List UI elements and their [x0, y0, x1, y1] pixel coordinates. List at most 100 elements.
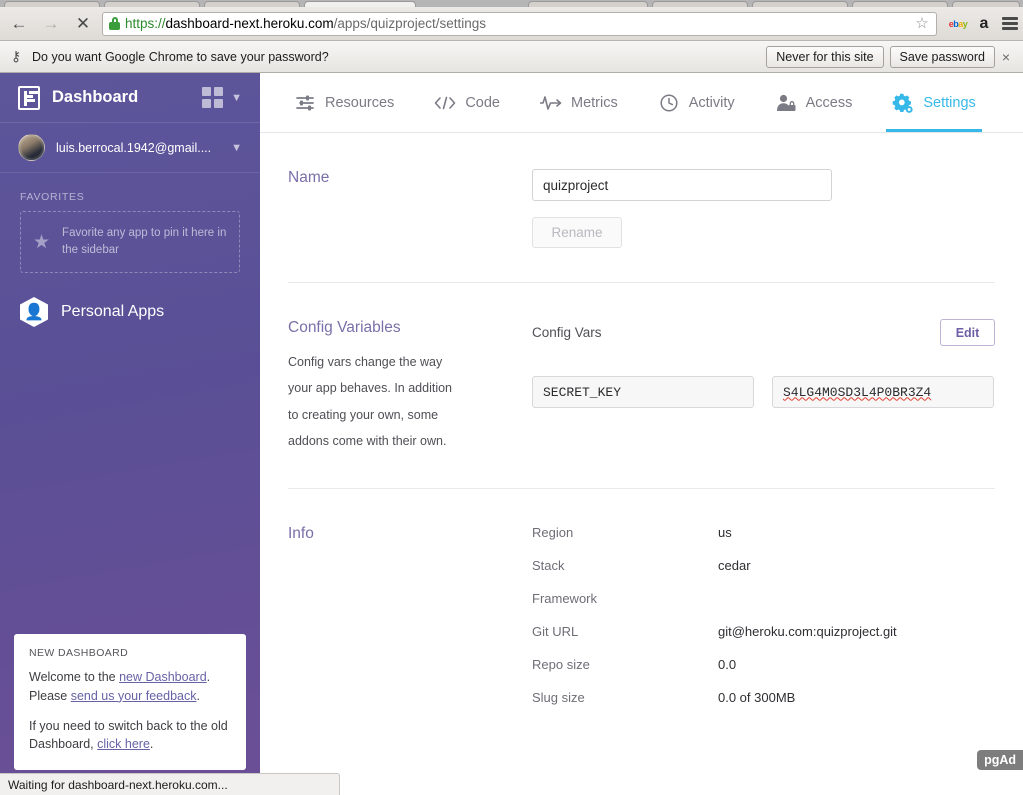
- code-brackets-icon: [434, 93, 456, 113]
- info-row: Slug size 0.0 of 300MB: [532, 690, 995, 705]
- browser-status-bar: Waiting for dashboard-next.heroku.com...: [0, 773, 340, 795]
- back-arrow-icon[interactable]: ←: [6, 11, 32, 37]
- nd-p1-a: Welcome to the: [29, 670, 120, 684]
- info-section: Info Region us Stack cedar Framework Git…: [288, 489, 995, 739]
- ssl-lock-icon: [109, 17, 120, 30]
- never-for-this-site-button[interactable]: Never for this site: [766, 45, 884, 68]
- info-key: Framework: [532, 591, 598, 606]
- app-nav-tabs: Resources Code Metrics Activity Access S…: [260, 73, 1023, 133]
- settings-content: Name Rename Config Variables Config vars…: [260, 133, 1023, 739]
- config-section-right: Config Vars Edit SECRET_KEY S4LG4M0SD3L4…: [532, 319, 995, 454]
- new-dashboard-link[interactable]: new Dashboard: [119, 670, 207, 684]
- person-lock-icon: [775, 93, 797, 113]
- tab-label: Settings: [923, 94, 976, 111]
- info-key: Region: [532, 525, 574, 540]
- chevron-down-icon[interactable]: ▼: [231, 92, 242, 104]
- new-dashboard-paragraph-1: Welcome to the new Dashboard. Please sen…: [29, 668, 231, 706]
- tab-access[interactable]: Access: [769, 73, 859, 132]
- dashboard-title: Dashboard: [52, 88, 139, 106]
- new-dashboard-card: NEW DASHBOARD Welcome to the new Dashboa…: [14, 634, 246, 770]
- stop-loading-icon[interactable]: ✕: [70, 11, 96, 37]
- info-row: Region us: [532, 525, 995, 540]
- sliders-icon: [294, 93, 316, 113]
- config-variables-section: Config Variables Config vars change the …: [288, 283, 995, 489]
- config-var-value[interactable]: S4LG4M0SD3L4P0BR3Z4: [772, 376, 994, 408]
- infobar-message: Do you want Google Chrome to save your p…: [32, 49, 329, 64]
- rename-button[interactable]: Rename: [532, 217, 622, 248]
- config-section-description: Config vars change the way your app beha…: [288, 355, 453, 448]
- star-icon: ★: [33, 231, 51, 253]
- personal-apps-label: Personal Apps: [61, 303, 165, 320]
- ebay-extension-icon[interactable]: ebay: [945, 11, 971, 37]
- favorites-heading: FAVORITES: [20, 191, 85, 203]
- nd-p1-c: .: [196, 688, 200, 703]
- info-value: 0.0 of 300MB: [718, 690, 796, 705]
- name-section-title: Name: [288, 169, 330, 186]
- url-text: https://dashboard-next.heroku.com/apps/q…: [125, 16, 486, 31]
- url-path: /apps/quizproject/settings: [333, 16, 486, 31]
- config-section-title: Config Variables: [288, 319, 401, 336]
- sidebar-user-row[interactable]: luis.berrocal.1942@gmail.... ▼: [0, 123, 260, 173]
- app-grid-icon[interactable]: [202, 87, 224, 108]
- info-key: Stack: [532, 558, 565, 573]
- address-bar[interactable]: https://dashboard-next.heroku.com/apps/q…: [102, 11, 937, 36]
- app-name-input[interactable]: [532, 169, 832, 201]
- favorites-empty-text: Favorite any app to pin it here in the s…: [62, 227, 227, 256]
- browser-toolbar: ← → ✕ https://dashboard-next.heroku.com/…: [0, 7, 1023, 41]
- save-password-button[interactable]: Save password: [889, 45, 995, 68]
- tab-resources[interactable]: Resources: [288, 73, 400, 132]
- info-key: Repo size: [532, 657, 590, 672]
- ebay-letter-y: y: [962, 18, 968, 29]
- new-dashboard-kicker: NEW DASHBOARD: [29, 647, 129, 659]
- clock-icon: [658, 93, 680, 113]
- send-feedback-link[interactable]: send us your feedback: [71, 689, 197, 703]
- gear-icon: [892, 93, 914, 113]
- key-icon: ⚷: [10, 48, 22, 64]
- info-section-right: Region us Stack cedar Framework Git URL …: [532, 525, 995, 705]
- tab-label: Code: [465, 94, 500, 111]
- close-infobar-icon[interactable]: ×: [995, 49, 1017, 65]
- chrome-menu-icon[interactable]: [997, 11, 1023, 37]
- info-row: Framework: [532, 591, 995, 606]
- tab-activity[interactable]: Activity: [652, 73, 741, 132]
- config-section-left: Config Variables Config vars change the …: [288, 319, 532, 454]
- info-value: us: [718, 525, 732, 540]
- user-chevron-down-icon[interactable]: ▼: [231, 142, 242, 154]
- bookmark-star-icon[interactable]: ☆: [913, 15, 931, 33]
- user-email-label: luis.berrocal.1942@gmail....: [56, 140, 212, 155]
- tab-settings[interactable]: Settings: [886, 73, 983, 132]
- tab-label: Activity: [688, 94, 735, 111]
- edit-config-vars-button[interactable]: Edit: [940, 319, 995, 346]
- pgadmin-corner-badge[interactable]: pgAd: [977, 750, 1023, 770]
- tab-label: Resources: [325, 94, 395, 111]
- favorites-empty-box: ★ Favorite any app to pin it here in the…: [20, 211, 240, 273]
- forward-arrow-icon[interactable]: →: [38, 11, 64, 37]
- avatar: [18, 134, 45, 161]
- sidebar-header[interactable]: Dashboard ▼: [0, 73, 260, 123]
- name-section: Name Rename: [288, 133, 995, 283]
- info-row: Git URL git@heroku.com:quizproject.git: [532, 624, 995, 639]
- tab-code[interactable]: Code: [428, 73, 506, 132]
- info-section-title: Info: [288, 525, 314, 542]
- info-value: cedar: [718, 558, 751, 573]
- sidebar: Dashboard ▼ luis.berrocal.1942@gmail....…: [0, 73, 260, 780]
- info-section-left: Info: [288, 525, 532, 705]
- click-here-link[interactable]: click here: [97, 737, 150, 751]
- main-content: Resources Code Metrics Activity Access S…: [260, 73, 1023, 780]
- nd-p2-b: .: [149, 737, 154, 752]
- config-var-key[interactable]: SECRET_KEY: [532, 376, 754, 408]
- info-key: Git URL: [532, 624, 579, 639]
- name-section-left: Name: [288, 169, 532, 248]
- config-vars-label: Config Vars: [532, 325, 602, 340]
- info-table: Region us Stack cedar Framework Git URL …: [532, 525, 995, 705]
- heroku-logo-icon: [18, 85, 40, 110]
- amazon-extension-icon[interactable]: a: [971, 11, 997, 37]
- sidebar-item-personal-apps[interactable]: 👤 Personal Apps: [0, 273, 260, 327]
- info-value: 0.0: [718, 657, 737, 672]
- new-dashboard-paragraph-2: If you need to switch back to the old Da…: [29, 717, 231, 755]
- save-password-infobar: ⚷ Do you want Google Chrome to save your…: [0, 41, 1023, 73]
- url-scheme: https://: [125, 16, 166, 31]
- tab-metrics[interactable]: Metrics: [534, 73, 624, 132]
- info-row: Stack cedar: [532, 558, 995, 573]
- person-hex-icon: 👤: [20, 297, 48, 327]
